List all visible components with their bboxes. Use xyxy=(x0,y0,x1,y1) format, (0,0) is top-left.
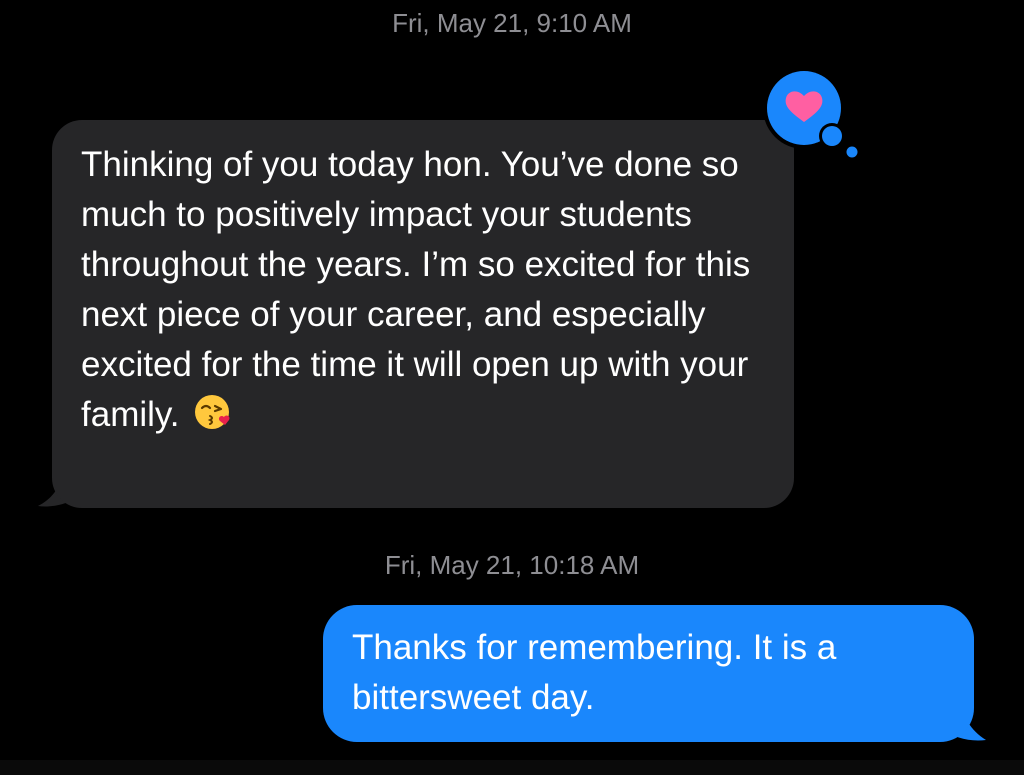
heart-reaction-icon[interactable] xyxy=(760,64,860,164)
incoming-message-text: Thinking of you today hon. You’ve done s… xyxy=(81,145,751,434)
bottom-edge xyxy=(0,760,1024,775)
message-timestamp: Fri, May 21, 9:10 AM xyxy=(392,8,632,38)
incoming-message-bubble[interactable]: Thinking of you today hon. You’ve done s… xyxy=(52,120,794,508)
outgoing-message-text: Thanks for remembering. It is a bittersw… xyxy=(352,628,837,717)
face-blowing-kiss-icon xyxy=(195,395,230,429)
outgoing-message-bubble[interactable]: Thanks for remembering. It is a bittersw… xyxy=(323,605,974,742)
message-timestamp: Fri, May 21, 10:18 AM xyxy=(384,550,640,580)
